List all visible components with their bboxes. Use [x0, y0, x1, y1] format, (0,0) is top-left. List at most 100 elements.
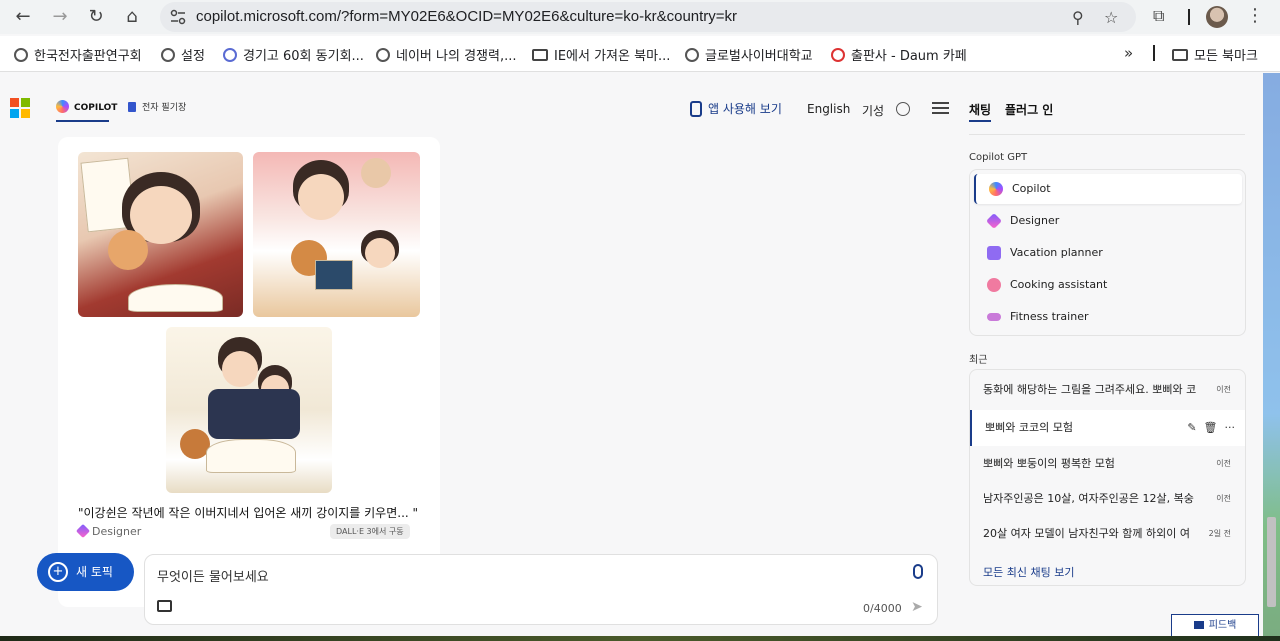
face-shape — [222, 351, 258, 387]
copilot-icon — [56, 100, 69, 113]
puppy-shape — [108, 230, 148, 270]
toolbar-divider — [1188, 9, 1190, 25]
tab-plugins[interactable]: 플러그 인 — [1005, 101, 1053, 118]
designer-icon — [986, 213, 1002, 229]
gpt-item-copilot[interactable]: Copilot — [974, 174, 1242, 204]
new-topic-button[interactable]: + 새 토픽 — [37, 553, 134, 591]
zoom-icon[interactable]: ⚲ — [1072, 8, 1084, 27]
notebook-icon — [128, 102, 136, 112]
gpt-list: Copilot Designer Vacation planner Cookin… — [969, 169, 1246, 336]
address-bar[interactable]: copilot.microsoft.com/?form=MY02E6&OCID=… — [160, 2, 1136, 32]
image-caption: "이강쉰은 작년에 작은 이버지네서 입어온 새끼 강이지를 키우면... " — [78, 506, 419, 520]
globe-icon — [376, 48, 390, 62]
generated-image-1[interactable] — [78, 152, 243, 317]
gpt-item-designer[interactable]: Designer — [974, 206, 1242, 236]
try-app-link[interactable]: 앱 사용해 보기 — [690, 100, 782, 117]
daum-icon — [831, 48, 845, 62]
tab-notebook[interactable]: 전자 필기장 — [128, 100, 186, 113]
phone-icon — [690, 101, 702, 117]
see-all-chats-link[interactable]: 모든 최신 채팅 보기 — [983, 564, 1074, 580]
microsoft-logo[interactable] — [10, 98, 30, 118]
recent-chats: 동화에 해당하는 그림을 그려주세요. 뽀삐와 코 이전 뽀삐와 코코의 모험 ✎ … — [969, 369, 1246, 586]
extensions-icon[interactable]: ⧉ — [1153, 6, 1164, 26]
tune-icon[interactable] — [170, 9, 186, 25]
hamburger-menu-icon[interactable] — [932, 102, 949, 114]
feedback-icon — [1193, 621, 1204, 629]
copilot-icon — [989, 182, 1003, 196]
tab-copilot[interactable]: COPILOT — [56, 100, 117, 113]
face-shape — [298, 174, 344, 220]
globe-icon — [161, 48, 175, 62]
bookmark-item[interactable]: 한국전자출판연구회 — [14, 45, 142, 64]
child-face — [365, 238, 395, 268]
generated-image-2[interactable] — [253, 152, 420, 317]
chat-composer[interactable]: 무엇이든 물어보세요 0/4000 ➤ — [144, 554, 938, 625]
user-icon[interactable] — [896, 102, 910, 116]
bookmark-item[interactable]: 글로벌사이버대학교 — [685, 45, 813, 64]
scroll-thumb[interactable] — [1267, 517, 1276, 607]
donut-icon — [987, 278, 1001, 292]
bookmark-item[interactable]: 설정 — [161, 45, 205, 64]
gpt-heading: Copilot GPT — [969, 152, 1028, 163]
feedback-button[interactable]: 피드백 — [1171, 614, 1259, 636]
signin-name[interactable]: 기성 — [862, 102, 884, 119]
open-book — [206, 439, 296, 473]
send-icon[interactable]: ➤ — [911, 599, 923, 615]
designer-attribution[interactable]: Designer — [75, 523, 141, 539]
recent-chat-item-active[interactable]: 뽀삐와 코코의 모험 ✎ 🗑 ··· — [970, 410, 1245, 446]
globe-icon — [14, 48, 28, 62]
response-card: "이강쉰은 작년에 작은 이버지네서 입어온 새끼 강이지를 키우면... " … — [58, 137, 440, 607]
dalle-badge: DALL·E 3에서 구동 — [330, 524, 410, 539]
edit-icon[interactable]: ✎ — [1187, 421, 1196, 434]
divider — [969, 134, 1245, 135]
storybook — [315, 260, 353, 290]
recent-heading: 최근 — [969, 355, 988, 366]
designer-icon — [75, 523, 91, 539]
suitcase-icon — [987, 246, 1001, 260]
bookmark-item[interactable]: 경기고 60회 동기회... — [223, 45, 364, 64]
reload-icon[interactable]: ↻ — [84, 5, 108, 29]
browser-toolbar: ← → ↻ ⌂ copilot.microsoft.com/?form=MY02… — [0, 0, 1280, 34]
star-icon[interactable]: ☆ — [1104, 8, 1118, 27]
new-chat-icon: + — [48, 562, 68, 582]
recent-chat-item[interactable]: 뽀삐와 뽀둥이의 평복한 모험 이전 — [970, 446, 1245, 482]
recent-chat-item[interactable]: 20살 여자 모델이 남자친구와 함께 하외이 여 2일 전 — [970, 516, 1245, 552]
microphone-icon[interactable] — [913, 564, 923, 579]
bookmarks-divider — [1153, 45, 1155, 61]
folder-icon — [1172, 49, 1188, 61]
site-icon — [223, 48, 237, 62]
suits-shape — [208, 389, 300, 439]
back-icon[interactable]: ← — [11, 5, 35, 29]
tab-chat[interactable]: 채팅 — [969, 101, 991, 118]
bookmark-item[interactable]: 네이버 나의 경쟁력,... — [376, 45, 516, 64]
char-counter: 0/4000 — [863, 602, 902, 615]
bookmark-folder[interactable]: IE에서 가져온 북마... — [532, 45, 670, 64]
add-image-icon[interactable] — [157, 600, 172, 612]
all-bookmarks[interactable]: 모든 북마크 — [1172, 45, 1258, 64]
bookmarks-overflow-icon[interactable]: » — [1124, 44, 1133, 62]
taskbar-edge — [0, 636, 1280, 641]
page-scrollbar[interactable] — [1263, 73, 1280, 641]
gpt-item-fitness-trainer[interactable]: Fitness trainer — [974, 302, 1242, 332]
folder-icon — [532, 49, 548, 61]
gpt-item-vacation-planner[interactable]: Vacation planner — [974, 238, 1242, 268]
recent-chat-item[interactable]: 남자주인공은 10살, 여자주인공은 12살, 복숭 이전 — [970, 481, 1245, 517]
bookmarks-bar: 한국전자출판연구회 설정 경기고 60회 동기회... 네이버 나의 경쟁력,.… — [0, 36, 1280, 72]
profile-avatar[interactable] — [1206, 6, 1228, 28]
forward-icon[interactable]: → — [48, 5, 72, 29]
delete-icon[interactable]: 🗑 — [1204, 421, 1218, 434]
recent-chat-item[interactable]: 동화에 해당하는 그림을 그려주세요. 뽀삐와 코 이전 — [970, 372, 1245, 408]
generated-image-3[interactable] — [166, 327, 332, 493]
language-switch[interactable]: English — [807, 102, 850, 116]
bookmark-item[interactable]: 출판사 - Daum 카페 — [831, 45, 967, 64]
open-book — [128, 284, 223, 312]
more-icon[interactable]: ··· — [1225, 421, 1236, 434]
chat-input[interactable]: 무엇이든 물어보세요 — [157, 566, 269, 585]
active-tab-indicator — [56, 120, 109, 122]
grandpa-window — [361, 158, 391, 188]
menu-icon[interactable]: ⋮ — [1246, 5, 1264, 26]
gpt-item-cooking-assistant[interactable]: Cooking assistant — [974, 270, 1242, 300]
url-text[interactable]: copilot.microsoft.com/?form=MY02E6&OCID=… — [196, 8, 737, 25]
globe-icon — [685, 48, 699, 62]
home-icon[interactable]: ⌂ — [120, 5, 144, 29]
